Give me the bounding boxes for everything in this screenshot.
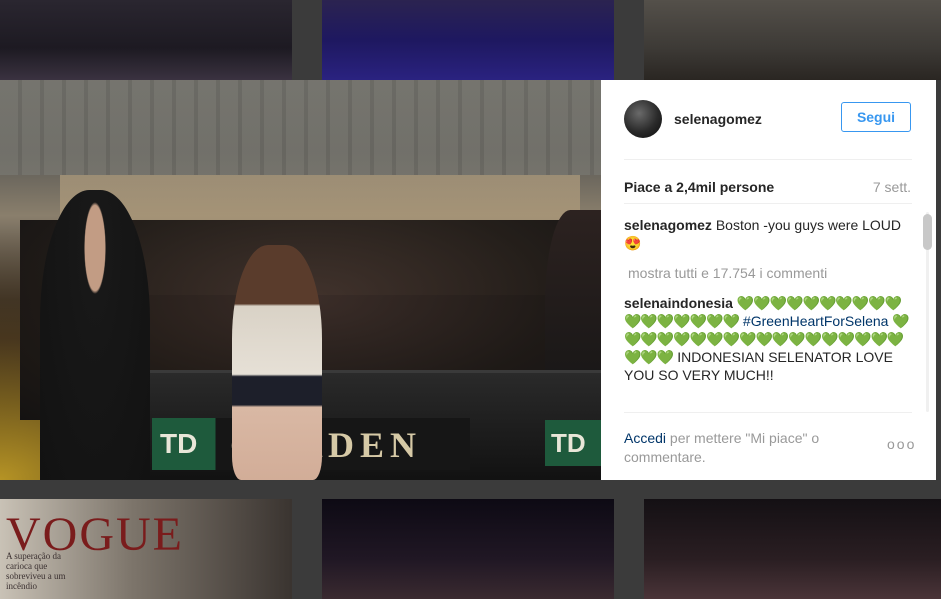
follow-button[interactable]: Segui bbox=[841, 102, 911, 132]
photo-ceiling bbox=[0, 80, 601, 175]
td-logo-right: TD bbox=[545, 420, 601, 466]
divider bbox=[624, 159, 912, 160]
comments-list[interactable]: selenagomez Boston -you guys were LOUD 😍… bbox=[624, 216, 914, 411]
td-logo: TD bbox=[160, 428, 198, 459]
login-prompt: Accedi per mettere "Mi piace" o commenta… bbox=[624, 429, 864, 467]
caption: selenagomez Boston -you guys were LOUD 😍 bbox=[624, 216, 914, 252]
divider bbox=[624, 412, 912, 413]
photo-subject bbox=[232, 245, 322, 480]
likes-count[interactable]: Piace a 2,4mil persone bbox=[624, 179, 774, 195]
grid-thumbnail-6[interactable] bbox=[644, 499, 941, 599]
grid-thumbnail-3[interactable] bbox=[644, 0, 941, 80]
comments-scrollbar[interactable] bbox=[923, 212, 932, 412]
post-age[interactable]: 7 sett. bbox=[873, 179, 911, 195]
divider bbox=[624, 203, 912, 204]
scrollbar-thumb[interactable] bbox=[923, 214, 932, 250]
post-username[interactable]: selenagomez bbox=[674, 111, 762, 127]
grid-thumbnail-4[interactable]: VOGUE A superação da carioca que sobrevi… bbox=[0, 499, 292, 599]
comment-username[interactable]: selenaindonesia bbox=[624, 295, 733, 311]
view-all-comments-link[interactable]: mostra tutti e 17.754 i commenti bbox=[628, 264, 914, 282]
more-options-icon[interactable]: ooo bbox=[887, 436, 916, 452]
comment-hashtag[interactable]: #GreenHeartForSelena bbox=[743, 313, 889, 329]
grid-thumbnail-2[interactable] bbox=[322, 0, 614, 80]
post-photo[interactable]: TD GARDEN TD bbox=[0, 80, 601, 480]
grid-thumbnail-1[interactable] bbox=[0, 0, 292, 80]
caption-username[interactable]: selenagomez bbox=[624, 217, 712, 233]
photo-security-guard bbox=[40, 190, 150, 480]
comment-item: selenaindonesia 💚💚💚💚💚💚💚💚💚💚💚💚💚💚💚💚💚 #Green… bbox=[624, 294, 914, 384]
avatar[interactable] bbox=[624, 100, 662, 138]
vogue-caption: A superação da carioca que sobreviveu a … bbox=[6, 551, 66, 591]
grid-thumbnail-5[interactable] bbox=[322, 499, 614, 599]
post-side-panel: selenagomez Segui Piace a 2,4mil persone… bbox=[601, 80, 936, 480]
login-link[interactable]: Accedi bbox=[624, 430, 666, 446]
